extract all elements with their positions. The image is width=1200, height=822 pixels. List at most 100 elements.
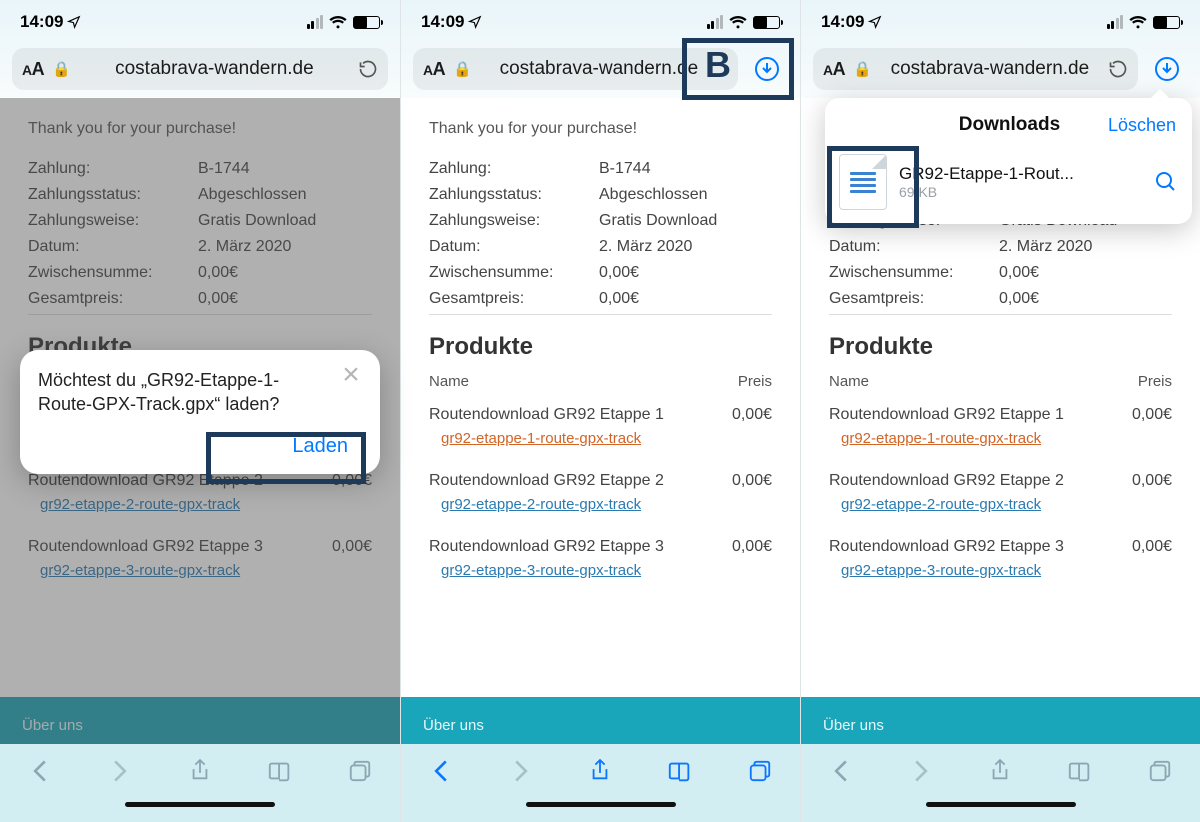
phone-screenshot-1: 14:09 AA 🔒 costabrava-wandern.de Thank y… bbox=[0, 0, 400, 822]
download-link[interactable]: gr92-etappe-3-route-gpx-track bbox=[441, 562, 641, 579]
wifi-icon bbox=[1129, 15, 1147, 29]
file-icon bbox=[839, 154, 887, 210]
products-list: Routendownload GR92 Etappe 10,00€gr92-et… bbox=[829, 394, 1172, 592]
bookmarks-button[interactable] bbox=[265, 756, 295, 786]
thanks-text: Thank you for your purchase! bbox=[429, 120, 772, 138]
url-domain: costabrava-wandern.de bbox=[79, 58, 350, 80]
location-icon bbox=[67, 15, 81, 29]
footer-link[interactable]: Über uns bbox=[423, 717, 484, 734]
product-row: Routendownload GR92 Etappe 10,00€gr92-et… bbox=[429, 394, 772, 460]
downloads-button[interactable] bbox=[746, 48, 788, 90]
footer-band: Über uns bbox=[401, 697, 800, 744]
phone-screenshot-3: 14:09 AA 🔒 costabrava-wandern.de Thank y… bbox=[800, 0, 1200, 822]
footer-band: Über uns bbox=[0, 697, 400, 744]
order-detail-row: Datum:2. März 2020 bbox=[429, 234, 772, 260]
url-bar[interactable]: AA 🔒 costabrava-wandern.de bbox=[12, 48, 388, 90]
products-list: Routendownload GR92 Etappe 10,00€gr92-et… bbox=[429, 394, 772, 592]
order-detail-row: Zahlung:B-1744 bbox=[429, 156, 772, 182]
order-detail-row: Zwischensumme:0,00€ bbox=[429, 260, 772, 286]
popover-title: Downloads bbox=[911, 114, 1108, 136]
download-dialog: × Möchtest du „GR92-Etappe-1-Route-GPX-T… bbox=[20, 350, 380, 474]
back-button[interactable] bbox=[25, 756, 55, 786]
reload-icon[interactable] bbox=[358, 59, 378, 79]
home-indicator bbox=[0, 800, 400, 822]
bookmarks-button[interactable] bbox=[1065, 756, 1095, 786]
cell-signal-icon bbox=[707, 15, 724, 29]
product-row: Routendownload GR92 Etappe 20,00€gr92-et… bbox=[429, 460, 772, 526]
products-heading: Produkte bbox=[829, 333, 1172, 361]
back-button[interactable] bbox=[826, 756, 856, 786]
cell-signal-icon bbox=[1107, 15, 1124, 29]
clear-downloads-button[interactable]: Löschen bbox=[1108, 115, 1176, 136]
url-domain: costabrava-wandern.de bbox=[480, 58, 718, 80]
home-indicator bbox=[801, 800, 1200, 822]
annotation-b: B bbox=[705, 44, 731, 86]
text-size-button[interactable]: AA bbox=[423, 59, 445, 80]
forward-button[interactable] bbox=[506, 756, 536, 786]
lock-icon: 🔒 bbox=[52, 60, 71, 78]
product-row: Routendownload GR92 Etappe 30,00€gr92-et… bbox=[829, 526, 1172, 592]
download-item[interactable]: GR92-Etappe-1-Rout... 69 KB bbox=[825, 148, 1192, 220]
close-icon[interactable]: × bbox=[336, 362, 366, 392]
wifi-icon bbox=[729, 15, 747, 29]
text-size-button[interactable]: AA bbox=[22, 59, 44, 80]
download-file-name: GR92-Etappe-1-Rout... bbox=[899, 164, 1142, 184]
forward-button[interactable] bbox=[105, 756, 135, 786]
download-link[interactable]: gr92-etappe-2-route-gpx-track bbox=[841, 496, 1041, 513]
tabs-button[interactable] bbox=[745, 756, 775, 786]
product-row: Routendownload GR92 Etappe 10,00€gr92-et… bbox=[829, 394, 1172, 460]
dialog-text: Möchtest du „GR92-Etappe-1-Route-GPX-Tra… bbox=[38, 368, 362, 417]
footer-band: Über uns bbox=[801, 697, 1200, 744]
url-bar[interactable]: AA 🔒 costabrava-wandern.de bbox=[413, 48, 738, 90]
download-file-size: 69 KB bbox=[899, 184, 1142, 200]
products-columns: NamePreis bbox=[829, 373, 1172, 394]
lock-icon: 🔒 bbox=[453, 60, 472, 78]
product-row: Routendownload GR92 Etappe 30,00€gr92-et… bbox=[429, 526, 772, 592]
battery-icon bbox=[753, 16, 780, 29]
downloads-button[interactable] bbox=[1146, 48, 1188, 90]
clock: 14:09 bbox=[421, 12, 464, 32]
lock-icon: 🔒 bbox=[853, 60, 872, 78]
downloads-popover: Downloads Löschen GR92-Etappe-1-Rout... … bbox=[825, 98, 1192, 224]
order-detail-row: Gesamtpreis:0,00€ bbox=[429, 286, 772, 315]
order-detail-row: Zahlungsstatus:Abgeschlossen bbox=[429, 182, 772, 208]
order-details-table: Zahlung:B-1744Zahlungsstatus:Abgeschloss… bbox=[429, 156, 772, 315]
page-content: Thank you for your purchase! Zahlung:B-1… bbox=[401, 98, 800, 697]
reload-icon[interactable] bbox=[1108, 59, 1128, 79]
url-bar[interactable]: AA 🔒 costabrava-wandern.de bbox=[813, 48, 1138, 90]
order-detail-row: Datum:2. März 2020 bbox=[829, 234, 1172, 260]
footer-link[interactable]: Über uns bbox=[823, 717, 884, 734]
download-link[interactable]: gr92-etappe-1-route-gpx-track bbox=[441, 430, 641, 447]
clock: 14:09 bbox=[821, 12, 864, 32]
download-link[interactable]: gr92-etappe-3-route-gpx-track bbox=[841, 562, 1041, 579]
share-button[interactable] bbox=[985, 756, 1015, 786]
tabs-button[interactable] bbox=[1145, 756, 1175, 786]
order-detail-row: Gesamtpreis:0,00€ bbox=[829, 286, 1172, 315]
tabs-button[interactable] bbox=[345, 756, 375, 786]
download-link[interactable]: gr92-etappe-1-route-gpx-track bbox=[841, 430, 1041, 447]
status-bar: 14:09 bbox=[801, 0, 1200, 36]
url-domain: costabrava-wandern.de bbox=[880, 58, 1100, 80]
home-indicator bbox=[401, 800, 800, 822]
text-size-button[interactable]: AA bbox=[823, 59, 845, 80]
share-button[interactable] bbox=[185, 756, 215, 786]
forward-button[interactable] bbox=[906, 756, 936, 786]
battery-icon bbox=[1153, 16, 1180, 29]
order-detail-row: Zahlungsweise:Gratis Download bbox=[429, 208, 772, 234]
bookmarks-button[interactable] bbox=[665, 756, 695, 786]
clock: 14:09 bbox=[20, 12, 63, 32]
products-columns: NamePreis bbox=[429, 373, 772, 394]
browser-toolbar bbox=[0, 744, 400, 800]
download-link[interactable]: gr92-etappe-2-route-gpx-track bbox=[441, 496, 641, 513]
battery-icon bbox=[353, 16, 380, 29]
order-detail-row: Zwischensumme:0,00€ bbox=[829, 260, 1172, 286]
laden-button[interactable]: Laden bbox=[278, 429, 362, 464]
share-button[interactable] bbox=[585, 756, 615, 786]
browser-toolbar bbox=[801, 744, 1200, 800]
product-row: Routendownload GR92 Etappe 20,00€gr92-et… bbox=[829, 460, 1172, 526]
location-icon bbox=[468, 15, 482, 29]
location-icon bbox=[868, 15, 882, 29]
status-bar: 14:09 bbox=[0, 0, 400, 36]
back-button[interactable] bbox=[426, 756, 456, 786]
reveal-file-icon[interactable] bbox=[1154, 170, 1178, 194]
